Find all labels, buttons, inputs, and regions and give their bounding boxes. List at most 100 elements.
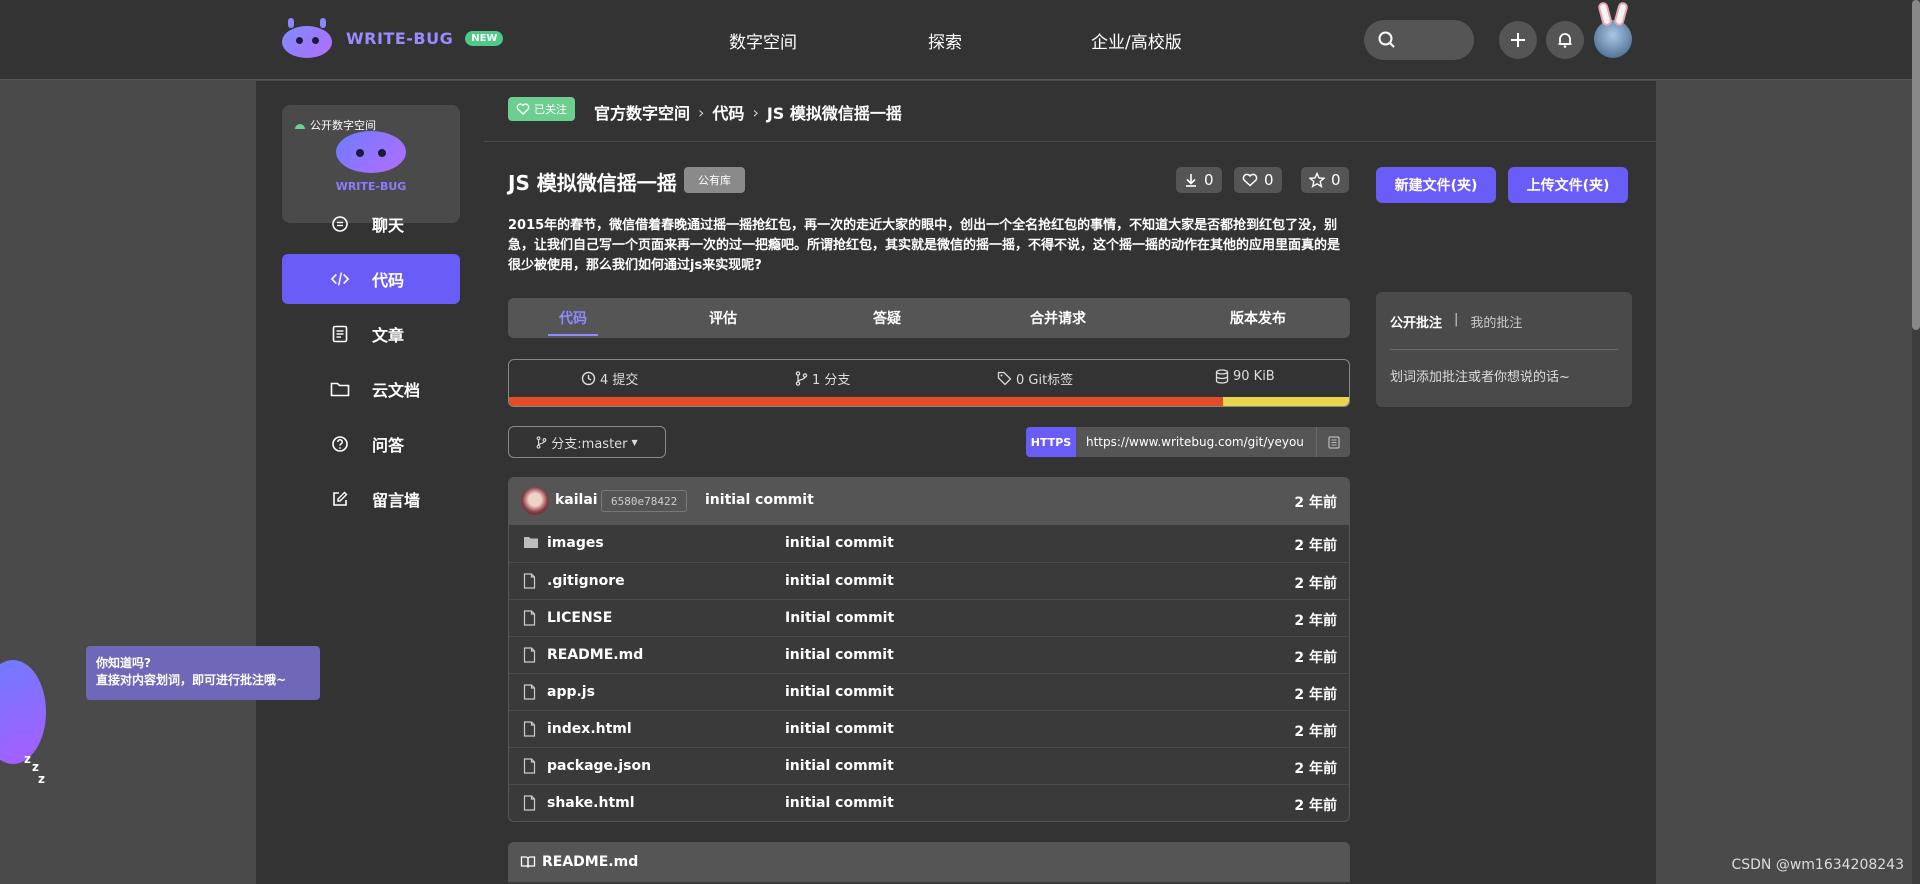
file-name[interactable]: images: [547, 535, 604, 551]
file-name[interactable]: index.html: [547, 721, 632, 737]
sidebar-item-code[interactable]: 代码: [282, 254, 460, 304]
breadcrumb-item[interactable]: 官方数字空间: [594, 100, 690, 124]
commit-hash[interactable]: 6580e78422: [601, 490, 688, 512]
tags-stat[interactable]: 0 Git标签: [997, 369, 1073, 388]
tab-my-notes[interactable]: 我的批注: [1470, 312, 1522, 331]
file-commit-message[interactable]: initial commit: [785, 684, 894, 700]
file-name[interactable]: README.md: [547, 647, 643, 663]
sidebar-item-message-wall[interactable]: 留言墙: [282, 474, 460, 524]
commits-stat[interactable]: 4 提交: [581, 369, 638, 388]
floating-mascot-icon[interactable]: z z z: [0, 660, 50, 786]
file-name[interactable]: LICENSE: [547, 610, 612, 626]
site-logo[interactable]: WRITE-BUG NEW: [280, 18, 504, 58]
file-row[interactable]: app.js initial commit 2 年前: [509, 673, 1349, 710]
left-sidebar: 公开数字空间 WRITE-BUG 聊天 代码 文章 云文档 问答 留言墙: [256, 81, 484, 884]
heart-icon: [1242, 173, 1258, 187]
branches-stat[interactable]: 1 分支: [795, 369, 850, 388]
download-button[interactable]: 0: [1176, 167, 1222, 193]
question-icon: [330, 434, 350, 454]
clock-icon: [581, 371, 596, 386]
file-commit-message[interactable]: initial commit: [785, 758, 894, 774]
breadcrumb-item[interactable]: JS 模拟微信摇一摇: [767, 100, 902, 124]
new-badge: NEW: [465, 30, 504, 46]
file-commit-message[interactable]: Initial commit: [785, 610, 894, 626]
breadcrumb: 官方数字空间 › 代码 › JS 模拟微信摇一摇: [594, 100, 902, 124]
sidebar-item-label: 云文档: [372, 381, 421, 400]
tab-qa[interactable]: 答疑: [832, 298, 942, 338]
tip-bubble: 你知道吗? 直接对内容划词，即可进行批注哦~: [86, 646, 320, 700]
file-commit-message[interactable]: initial commit: [785, 573, 894, 589]
file-row[interactable]: index.html initial commit 2 年前: [509, 710, 1349, 747]
sidebar-item-article[interactable]: 文章: [282, 309, 460, 359]
sidebar-item-label: 代码: [372, 271, 405, 290]
sidebar-item-cloud-docs[interactable]: 云文档: [282, 364, 460, 414]
user-avatar[interactable]: [1594, 1, 1632, 58]
file-name[interactable]: package.json: [547, 758, 651, 774]
chevron-right-icon: ›: [698, 102, 705, 122]
search-icon: [1378, 31, 1395, 48]
repo-description: 2015年的春节，微信借着春晚通过摇一摇抢红包，再一次的走近大家的眼中，创出一个…: [508, 218, 1341, 273]
sidebar-item-label: 问答: [372, 436, 405, 455]
file-commit-message[interactable]: initial commit: [785, 721, 894, 737]
sidebar-item-label: 文章: [372, 326, 405, 345]
file-row[interactable]: package.json initial commit 2 年前: [509, 747, 1349, 784]
commit-author-avatar[interactable]: [521, 487, 549, 515]
heart-icon: [516, 103, 530, 115]
search-input[interactable]: [1364, 20, 1474, 60]
watermark: CSDN @wm1634208243: [1731, 857, 1904, 873]
file-commit-time: 2 年前: [1294, 576, 1337, 592]
add-button[interactable]: [1499, 21, 1537, 59]
upload-file-button[interactable]: 上传文件(夹): [1508, 167, 1628, 203]
file-icon: [523, 573, 539, 589]
branch-select[interactable]: 分支:master ▼: [508, 426, 666, 458]
file-name[interactable]: app.js: [547, 684, 595, 700]
tab-releases[interactable]: 版本发布: [1188, 298, 1328, 338]
tab-merge-requests[interactable]: 合并请求: [988, 298, 1128, 338]
nav-digital-space[interactable]: 数字空间: [729, 28, 797, 53]
branches-count: 1 分支: [812, 373, 851, 388]
copy-url-button[interactable]: [1316, 427, 1350, 457]
clone-url-field[interactable]: https://www.writebug.com/git/yeyou: [1076, 427, 1316, 457]
notification-button[interactable]: [1546, 21, 1584, 59]
divider: [484, 141, 1656, 142]
follow-button[interactable]: 已关注: [508, 97, 575, 121]
file-row[interactable]: .gitignore initial commit 2 年前: [509, 562, 1349, 599]
commit-message[interactable]: initial commit: [705, 492, 814, 508]
file-commit-message[interactable]: initial commit: [785, 535, 894, 551]
file-commit-message[interactable]: initial commit: [785, 795, 894, 811]
page-scrollbar-thumb[interactable]: [1912, 0, 1920, 330]
breadcrumb-item[interactable]: 代码: [712, 100, 744, 124]
star-button[interactable]: 0: [1301, 167, 1349, 193]
caret-down-icon: ▼: [631, 437, 638, 447]
new-file-button[interactable]: 新建文件(夹): [1376, 167, 1496, 203]
folder-icon: [330, 379, 350, 399]
file-commit-message[interactable]: initial commit: [785, 647, 894, 663]
commit-time: 2 年前: [1294, 495, 1337, 511]
like-button[interactable]: 0: [1234, 167, 1282, 193]
nav-explore[interactable]: 探索: [928, 28, 962, 53]
commit-author[interactable]: kailai: [555, 492, 598, 508]
file-icon: [523, 795, 539, 811]
sidebar-item-label: 聊天: [372, 216, 405, 235]
top-navbar: WRITE-BUG NEW 数字空间 探索 企业/高校版: [0, 0, 1920, 80]
star-icon: [1309, 172, 1325, 188]
file-row[interactable]: shake.html initial commit 2 年前: [509, 784, 1349, 821]
sidebar-item-qa[interactable]: 问答: [282, 419, 460, 469]
sidebar-item-chat[interactable]: 聊天: [282, 199, 460, 249]
file-commit-time: 2 年前: [1294, 613, 1337, 629]
nav-enterprise[interactable]: 企业/高校版: [1091, 28, 1182, 53]
file-icon: [523, 758, 539, 774]
repo-tabs: 代码 评估 答疑 合并请求 版本发布: [508, 298, 1350, 338]
tab-public-notes[interactable]: 公开批注: [1390, 312, 1442, 331]
follow-label: 已关注: [534, 103, 567, 116]
file-row[interactable]: README.md initial commit 2 年前: [509, 636, 1349, 673]
file-row[interactable]: LICENSE Initial commit 2 年前: [509, 599, 1349, 636]
tab-code[interactable]: 代码: [508, 298, 638, 338]
file-row[interactable]: images initial commit 2 年前: [509, 525, 1349, 562]
file-name[interactable]: .gitignore: [547, 573, 625, 589]
file-name[interactable]: shake.html: [547, 795, 635, 811]
latest-commit-bar: kailai 6580e78422 initial commit 2 年前: [509, 478, 1349, 525]
file-commit-time: 2 年前: [1294, 724, 1337, 740]
tab-evaluation[interactable]: 评估: [668, 298, 778, 338]
clone-protocol-button[interactable]: HTTPS: [1026, 427, 1076, 457]
